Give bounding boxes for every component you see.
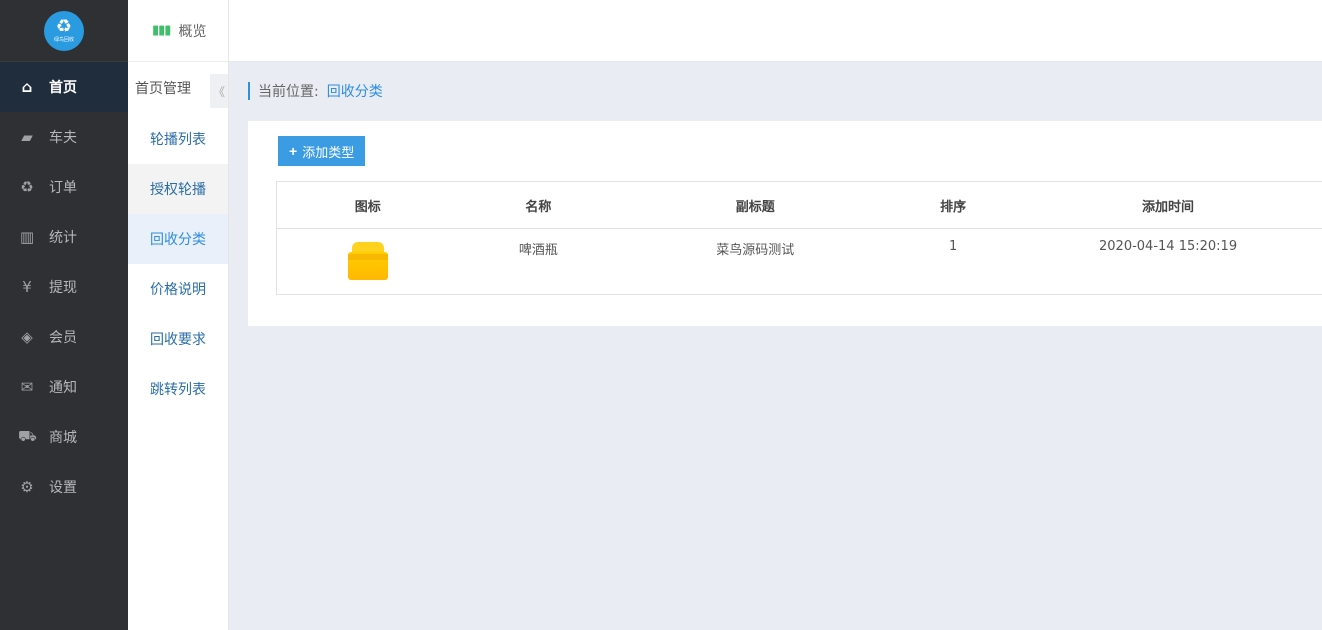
sidebar-item-label: 车夫 xyxy=(49,130,77,146)
cart-icon: ⛟ xyxy=(18,427,37,445)
logo-area: ♻ 绿鸟回收 xyxy=(0,0,128,62)
sidebar-item-label: 商城 xyxy=(49,430,77,446)
overview-label: 概览 xyxy=(178,23,207,40)
subnav-item-label: 跳转列表 xyxy=(150,382,206,398)
column-header-name: 名称 xyxy=(458,181,619,229)
recycle-logo-icon: ♻ xyxy=(55,16,73,37)
home-icon: ⌂ xyxy=(21,78,33,96)
name-cell: 啤酒瓶 xyxy=(518,243,558,258)
subnav-header: 首页管理 《 xyxy=(128,62,228,114)
recycle-icon: ♻ xyxy=(20,178,34,196)
subnav-item-redirect-list[interactable]: 跳转列表 xyxy=(128,364,228,414)
main-sidebar: ♻ 绿鸟回收 ⌂ 首页 ▰ 车夫 ♻ 订单 ▥ 统计 ¥ 提现 ◈ 会员 ✉ 通… xyxy=(0,0,128,630)
subnav-item-recycle-requirements[interactable]: 回收要求 xyxy=(128,314,228,364)
add-type-button[interactable]: + 添加类型 xyxy=(278,136,366,166)
top-header xyxy=(229,0,1322,62)
table-header-row: 图标 名称 副标题 排序 添加时间 xyxy=(276,181,1322,229)
sidebar-item-label: 通知 xyxy=(49,380,77,396)
add-type-label: 添加类型 xyxy=(302,144,355,160)
box-icon xyxy=(347,242,388,282)
subnav-item-carousel-list[interactable]: 轮播列表 xyxy=(128,114,228,164)
tag-icon: ◈ xyxy=(21,328,33,346)
sub-sidebar: ▮▮▮ 概览 首页管理 《 轮播列表 授权轮播 回收分类 价格说明 回收要求 跳… xyxy=(128,0,229,630)
collapse-sidebar-button[interactable]: 《 xyxy=(210,74,228,108)
subnav-header-label: 首页管理 xyxy=(135,81,191,97)
breadcrumb: 当前位置: 回收分类 xyxy=(248,82,383,100)
sidebar-item-label: 设置 xyxy=(49,480,77,496)
subnav-item-recycle-category[interactable]: 回收分类 xyxy=(128,214,228,264)
truck-icon: ▰ xyxy=(21,128,33,146)
sidebar-item-label: 提现 xyxy=(49,280,77,296)
table-row[interactable]: 啤酒瓶 菜鸟源码测试 1 2020-04-14 15:20:19 xyxy=(277,229,1322,295)
subtitle-cell: 菜鸟源码测试 xyxy=(716,243,795,258)
added-time-cell: 2020-04-14 15:20:19 xyxy=(1099,239,1238,254)
column-header-added-time: 添加时间 xyxy=(1014,181,1322,229)
column-header-subtitle: 副标题 xyxy=(618,181,893,229)
sidebar-item-label: 会员 xyxy=(49,330,77,346)
subnav-item-label: 授权轮播 xyxy=(150,182,206,198)
sidebar-item-members[interactable]: ◈ 会员 xyxy=(0,312,128,362)
content-card: + 添加类型 图标 名称 副标题 排序 添加时间 啤酒瓶 菜鸟源码测试 1 20… xyxy=(248,121,1322,326)
chat-icon: ✉ xyxy=(20,378,34,396)
column-header-sort: 排序 xyxy=(892,181,1015,229)
subnav-item-label: 回收分类 xyxy=(150,232,206,248)
sidebar-item-withdraw[interactable]: ¥ 提现 xyxy=(0,262,128,312)
breadcrumb-label: 当前位置: xyxy=(258,84,319,100)
sidebar-item-settings[interactable]: ⚙ 设置 xyxy=(0,462,128,512)
subnav-item-label: 价格说明 xyxy=(150,282,206,298)
subnav-item-price-info[interactable]: 价格说明 xyxy=(128,264,228,314)
sidebar-item-stats[interactable]: ▥ 统计 xyxy=(0,212,128,262)
sidebar-item-label: 统计 xyxy=(49,230,77,246)
sidebar-item-drivers[interactable]: ▰ 车夫 xyxy=(0,112,128,162)
column-header-icon: 图标 xyxy=(276,181,459,229)
subnav-item-label: 回收要求 xyxy=(150,332,206,348)
category-table: 图标 名称 副标题 排序 添加时间 啤酒瓶 菜鸟源码测试 1 2020-04-1… xyxy=(276,181,1322,295)
plus-icon: + xyxy=(289,143,298,159)
sidebar-item-label: 订单 xyxy=(49,180,77,196)
sidebar-item-orders[interactable]: ♻ 订单 xyxy=(0,162,128,212)
sidebar-item-notify[interactable]: ✉ 通知 xyxy=(0,362,128,412)
logo-text: 绿鸟回收 xyxy=(53,37,74,43)
overview-link[interactable]: ▮▮▮ 概览 xyxy=(128,0,228,62)
sort-cell: 1 xyxy=(949,239,958,254)
gear-icon: ⚙ xyxy=(20,478,34,496)
icon-cell xyxy=(277,229,459,295)
sidebar-item-home[interactable]: ⌂ 首页 xyxy=(0,62,128,112)
subnav-item-label: 轮播列表 xyxy=(150,132,206,148)
subnav-item-auth-carousel[interactable]: 授权轮播 xyxy=(128,164,228,214)
sidebar-item-label: 首页 xyxy=(49,80,77,96)
bar-chart-icon: ▥ xyxy=(19,228,35,246)
bar-chart-icon: ▮▮▮ xyxy=(152,23,171,38)
yen-icon: ¥ xyxy=(22,278,32,296)
logo[interactable]: ♻ 绿鸟回收 xyxy=(44,10,84,51)
sidebar-item-shop[interactable]: ⛟ 商城 xyxy=(0,412,128,462)
breadcrumb-current[interactable]: 回收分类 xyxy=(327,81,383,101)
